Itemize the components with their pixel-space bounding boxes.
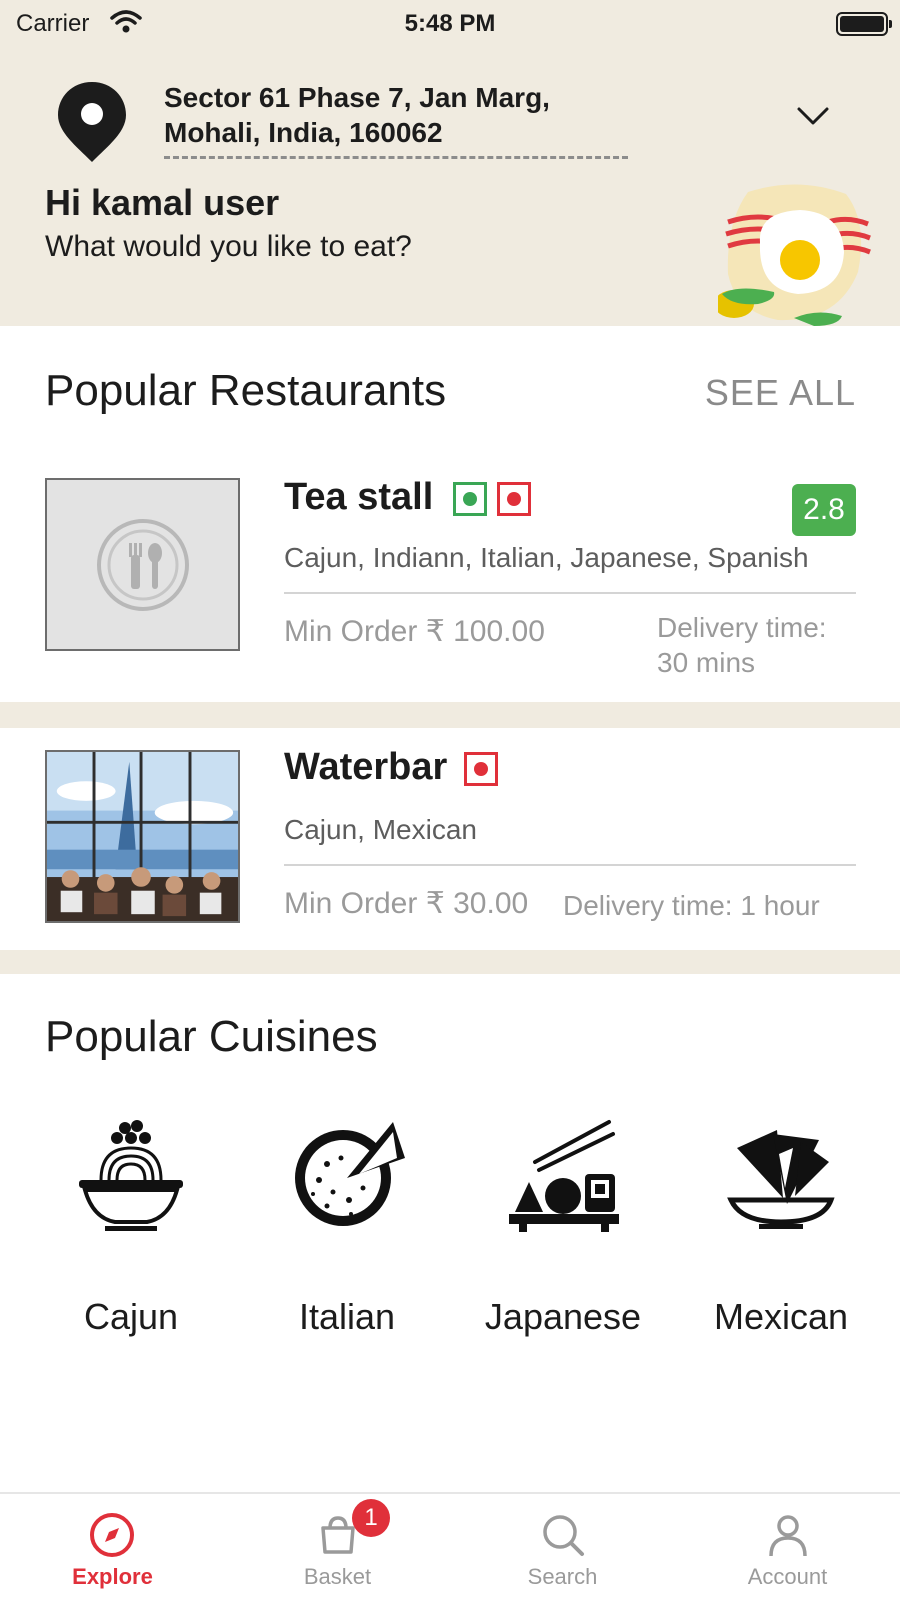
restaurant-name: Waterbar <box>284 746 448 788</box>
restaurant-image-placeholder <box>45 478 240 651</box>
tab-label: Basket <box>303 1564 372 1589</box>
cuisine-label: Mexican <box>713 1296 849 1337</box>
separator <box>0 950 900 974</box>
status-time: 5:48 PM <box>404 10 496 37</box>
cuisine-label: Cajun <box>83 1296 179 1337</box>
cuisine-italian[interactable]: Italian <box>262 1118 432 1338</box>
battery-icon <box>836 12 892 36</box>
cuisine-japanese[interactable]: Japanese <box>478 1118 648 1338</box>
divider <box>284 864 856 866</box>
divider <box>284 592 856 594</box>
tab-label: Explore <box>72 1564 153 1589</box>
tab-label: Account <box>747 1564 828 1589</box>
cuisine-label: Japanese <box>484 1296 642 1337</box>
greeting-title: Hi kamal user <box>45 182 280 223</box>
cuisine-label: Italian <box>298 1296 396 1337</box>
basket-count-badge: 1 <box>352 1499 390 1537</box>
noodle-bowl-icon <box>79 1120 183 1231</box>
popular-restaurants-title: Popular Restaurants <box>45 366 447 415</box>
greeting-subtitle: What would you like to eat? <box>45 230 412 263</box>
tab-basket[interactable]: Basket <box>225 1494 450 1598</box>
cuisine-cajun[interactable]: Cajun <box>46 1118 216 1338</box>
veg-icon <box>453 482 487 516</box>
sushi-icon <box>509 1120 619 1232</box>
delivery-time: Delivery time: 30 mins <box>657 612 827 678</box>
nachos-icon <box>727 1130 835 1229</box>
header: Carrier 5:48 PM Sector 61 Phase 7, Jan M… <box>0 0 900 326</box>
plate-cutlery-icon <box>96 518 189 611</box>
non-veg-icon <box>464 752 498 786</box>
delivery-address[interactable]: Sector 61 Phase 7, Jan Marg, Mohali, Ind… <box>164 80 628 159</box>
person-icon <box>769 1515 807 1557</box>
tab-search[interactable]: Search <box>450 1494 675 1598</box>
restaurant-photo <box>45 750 240 923</box>
location-pin-icon[interactable] <box>56 80 128 164</box>
cuisine-mexican[interactable]: Mexican <box>696 1118 866 1338</box>
status-bar: Carrier 5:48 PM <box>0 0 900 48</box>
popular-cuisines-title: Popular Cuisines <box>45 1012 378 1061</box>
chevron-down-icon[interactable] <box>796 104 830 128</box>
compass-icon <box>90 1513 134 1557</box>
bottom-tab-bar: Explore Basket Search Account <box>0 1492 900 1598</box>
restaurant-card[interactable]: Tea stall Cajun, Indiann, Italian, Japan… <box>0 452 900 702</box>
pizza-icon <box>295 1122 405 1226</box>
restaurant-name: Tea stall <box>284 476 434 518</box>
restaurant-cuisines: Cajun, Mexican <box>284 814 477 845</box>
restaurant-card[interactable]: Waterbar Cajun, Mexican Min Order ₹ 30.0… <box>0 728 900 950</box>
tab-account[interactable]: Account <box>675 1494 900 1598</box>
delivery-time: Delivery time: 1 hour <box>563 890 820 921</box>
rating-badge: 2.8 <box>792 484 856 536</box>
restaurant-cuisines: Cajun, Indiann, Italian, Japanese, Spani… <box>284 542 809 573</box>
see-all-link[interactable]: SEE ALL <box>705 372 856 414</box>
separator <box>0 702 900 728</box>
tab-label: Search <box>527 1564 598 1589</box>
min-order: Min Order ₹ 100.00 <box>284 615 545 648</box>
tab-explore[interactable]: Explore <box>0 1494 225 1598</box>
search-icon <box>543 1515 584 1556</box>
breakfast-illustration <box>718 184 871 326</box>
non-veg-icon <box>497 482 531 516</box>
min-order: Min Order ₹ 30.00 <box>284 887 529 920</box>
